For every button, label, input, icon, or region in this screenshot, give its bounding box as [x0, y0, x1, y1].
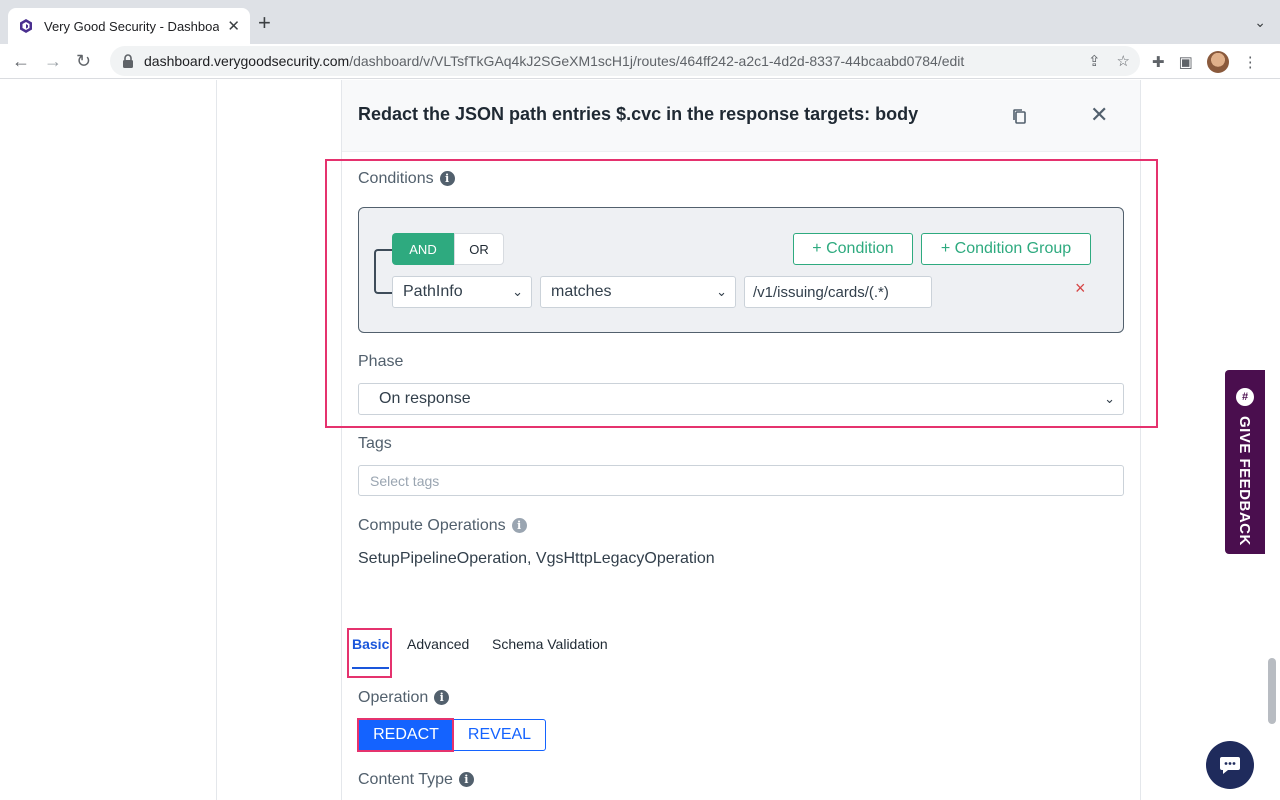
url-host: dashboard.verygoodsecurity.com	[144, 53, 350, 69]
give-feedback-button[interactable]: # GIVE FEEDBACK	[1225, 370, 1265, 554]
back-arrow-icon[interactable]: ←	[12, 50, 30, 72]
reveal-button[interactable]: REVEAL	[453, 719, 546, 751]
info-icon[interactable]: i	[511, 518, 527, 533]
tab-schema-validation[interactable]: Schema Validation	[492, 636, 608, 652]
close-icon[interactable]: ✕	[1090, 104, 1108, 126]
tab-close-icon[interactable]: ✕	[227, 17, 240, 35]
share-icon[interactable]: ⇪	[1088, 52, 1101, 70]
new-tab-icon[interactable]: +	[258, 12, 271, 34]
content-type-label-text: Content Type	[358, 771, 453, 788]
operation-label-text: Operation	[358, 689, 429, 706]
profile-avatar[interactable]	[1206, 51, 1229, 73]
reload-icon[interactable]: ↻	[76, 50, 91, 72]
compute-operations-label-text: Compute Operations	[358, 517, 506, 534]
sidebar-divider	[216, 80, 217, 800]
browser-menu-icon[interactable]: ⋮	[1243, 53, 1258, 71]
browser-toolbar: ← → ↻ dashboard.verygoodsecurity.com/das…	[0, 44, 1280, 79]
compute-operations-value: SetupPipelineOperation, VgsHttpLegacyOpe…	[358, 550, 715, 567]
content-type-label: Content Type i	[358, 771, 474, 789]
side-panel-icon[interactable]: ▣	[1179, 53, 1193, 71]
extensions-puzzle-icon[interactable]: ✚	[1152, 53, 1165, 71]
give-feedback-label: GIVE FEEDBACK	[1236, 416, 1253, 546]
copy-icon[interactable]	[1012, 108, 1028, 126]
tags-placeholder: Select tags	[370, 472, 440, 489]
browser-tab[interactable]: Very Good Security - Dashboard ✕	[8, 8, 250, 44]
chat-icon	[1220, 757, 1240, 774]
page-content: Redact the JSON path entries $.cvc in th…	[0, 80, 1280, 800]
panel-header: Redact the JSON path entries $.cvc in th…	[342, 80, 1140, 152]
page-scrollbar[interactable]	[1268, 658, 1276, 724]
forward-arrow-icon[interactable]: →	[44, 50, 62, 72]
tab-advanced[interactable]: Advanced	[407, 636, 469, 652]
chat-widget-button[interactable]	[1206, 741, 1254, 789]
bookmark-star-icon[interactable]: ☆	[1117, 52, 1130, 70]
basic-tab-highlight-box	[347, 628, 392, 678]
compute-operations-label: Compute Operations i	[358, 517, 527, 535]
tags-input[interactable]: Select tags	[358, 465, 1124, 496]
redact-highlight-box	[357, 718, 454, 752]
operation-label: Operation i	[358, 689, 450, 707]
browser-tab-bar: Very Good Security - Dashboard ✕ + ⌄	[0, 0, 1280, 44]
info-icon[interactable]: i	[434, 690, 450, 705]
vgs-favicon-icon	[20, 19, 32, 33]
info-icon[interactable]: i	[458, 772, 474, 787]
conditions-highlight-box	[325, 159, 1158, 428]
panel-title: Redact the JSON path entries $.cvc in th…	[358, 104, 919, 124]
url-text: dashboard.verygoodsecurity.com/dashboard…	[144, 53, 964, 69]
url-path: /dashboard/v/VLTsfTkGAq4kJ2SGeXM1scH1j/r…	[349, 53, 965, 69]
browser-tab-title: Very Good Security - Dashboard	[44, 18, 220, 34]
tags-label: Tags	[358, 435, 392, 452]
address-bar[interactable]: dashboard.verygoodsecurity.com/dashboard…	[110, 46, 1140, 76]
feedback-hash-icon: #	[1236, 388, 1254, 406]
lock-icon	[123, 54, 133, 68]
tab-search-chevron-icon[interactable]: ⌄	[1254, 14, 1266, 31]
